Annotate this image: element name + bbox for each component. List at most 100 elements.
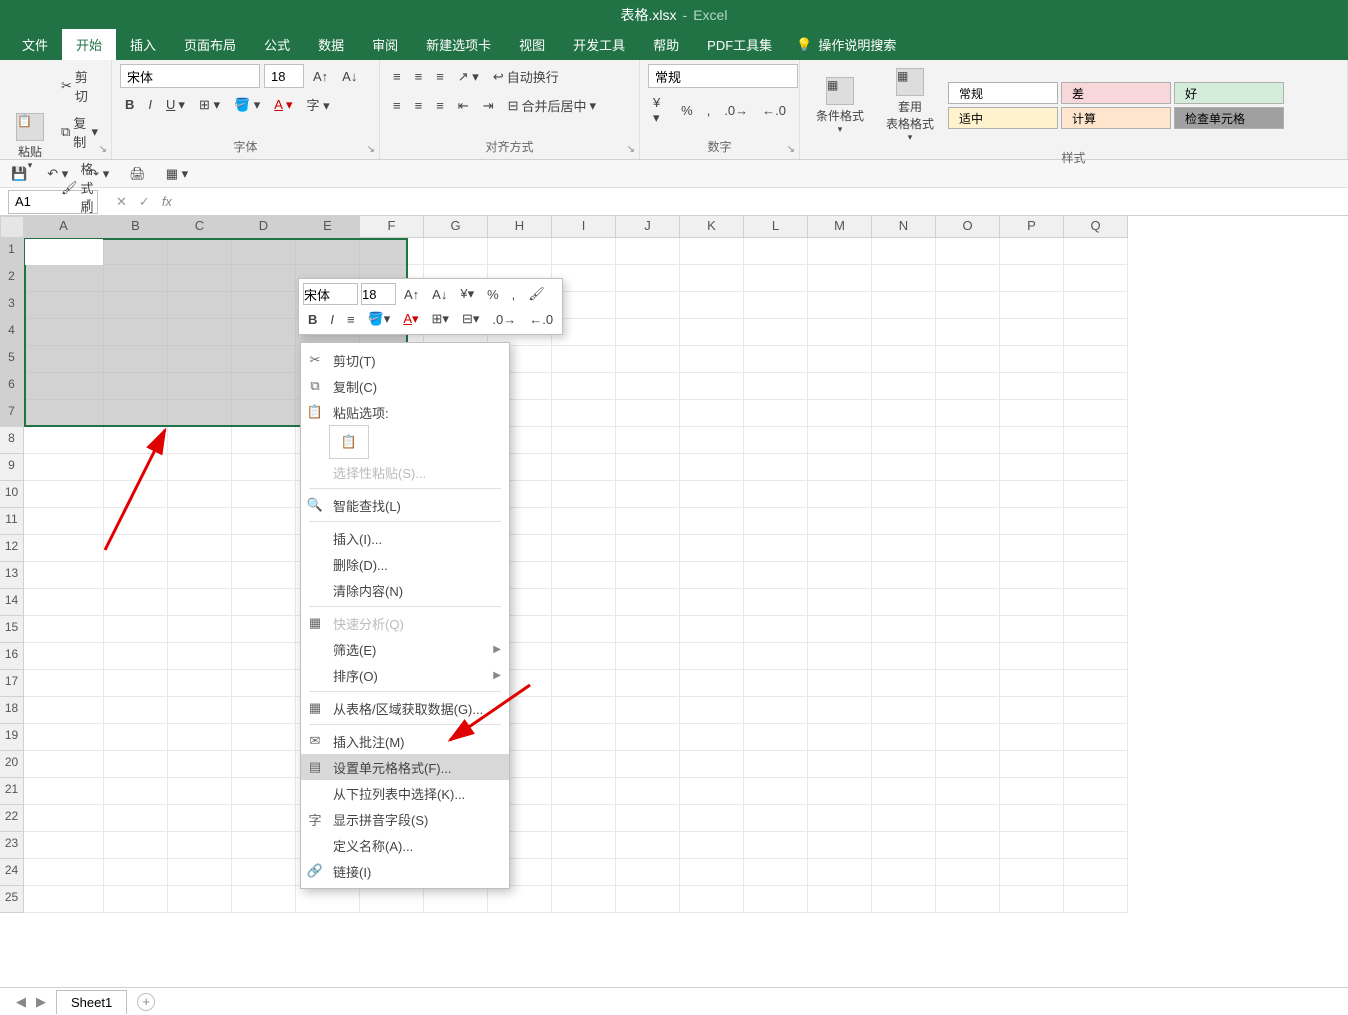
cell-A14[interactable] (24, 589, 104, 616)
cell-N22[interactable] (872, 805, 936, 832)
cell-C11[interactable] (168, 508, 232, 535)
cell-J23[interactable] (616, 832, 680, 859)
cell-P11[interactable] (1000, 508, 1064, 535)
row-header-24[interactable]: 24 (0, 859, 24, 886)
row-header-20[interactable]: 20 (0, 751, 24, 778)
border-button[interactable]: ⊞ ▾ (194, 94, 225, 116)
cell-P20[interactable] (1000, 751, 1064, 778)
currency-button[interactable]: ¥ ▾ (648, 92, 672, 129)
cell-style-计算[interactable]: 计算 (1061, 107, 1171, 129)
cell-P12[interactable] (1000, 535, 1064, 562)
dec-decimal-button[interactable]: ←.0 (757, 100, 791, 121)
phonetic-button[interactable]: 字 ▾ (302, 92, 335, 117)
cell-I1[interactable] (552, 238, 616, 265)
mini-font-size[interactable] (361, 283, 396, 305)
cell-A1[interactable] (24, 238, 104, 265)
cell-K2[interactable] (680, 265, 744, 292)
row-header-7[interactable]: 7 (0, 400, 24, 427)
grow-font-button[interactable]: A↑ (308, 66, 333, 87)
menu-帮助[interactable]: 帮助 (639, 29, 693, 60)
cell-Q13[interactable] (1064, 562, 1128, 589)
cell-L17[interactable] (744, 670, 808, 697)
cell-Q3[interactable] (1064, 292, 1128, 319)
cell-O24[interactable] (936, 859, 1000, 886)
cell-D16[interactable] (232, 643, 296, 670)
cell-P18[interactable] (1000, 697, 1064, 724)
cell-B21[interactable] (104, 778, 168, 805)
cell-B19[interactable] (104, 724, 168, 751)
ctx-定义名称(A)...[interactable]: 定义名称(A)... (301, 832, 509, 858)
cell-L11[interactable] (744, 508, 808, 535)
font-dialog-icon[interactable]: ↘ (367, 144, 375, 155)
cell-N18[interactable] (872, 697, 936, 724)
cell-C5[interactable] (168, 346, 232, 373)
cell-M23[interactable] (808, 832, 872, 859)
cell-P13[interactable] (1000, 562, 1064, 589)
cell-N6[interactable] (872, 373, 936, 400)
col-header-E[interactable]: E (296, 216, 360, 238)
mini-border[interactable]: ⊞▾ (427, 308, 454, 330)
cell-A16[interactable] (24, 643, 104, 670)
cell-I19[interactable] (552, 724, 616, 751)
cell-J20[interactable] (616, 751, 680, 778)
cell-A25[interactable] (24, 886, 104, 913)
cell-N1[interactable] (872, 238, 936, 265)
cell-L15[interactable] (744, 616, 808, 643)
cell-D24[interactable] (232, 859, 296, 886)
cell-M11[interactable] (808, 508, 872, 535)
cell-F25[interactable] (360, 886, 424, 913)
cell-A19[interactable] (24, 724, 104, 751)
col-header-I[interactable]: I (552, 216, 616, 238)
cell-A15[interactable] (24, 616, 104, 643)
cell-P4[interactable] (1000, 319, 1064, 346)
cell-C8[interactable] (168, 427, 232, 454)
ctx-粘贴选项:[interactable]: 📋粘贴选项: (301, 399, 509, 425)
cell-I14[interactable] (552, 589, 616, 616)
cell-I11[interactable] (552, 508, 616, 535)
align-right-button[interactable]: ≡ (431, 95, 449, 116)
cell-B2[interactable] (104, 265, 168, 292)
menu-公式[interactable]: 公式 (250, 29, 304, 60)
cell-D11[interactable] (232, 508, 296, 535)
cell-A9[interactable] (24, 454, 104, 481)
cell-O9[interactable] (936, 454, 1000, 481)
cell-B25[interactable] (104, 886, 168, 913)
ctx-插入(I)...[interactable]: 插入(I)... (301, 525, 509, 551)
copy-button[interactable]: ⧉ 复制 ▾ (56, 110, 103, 154)
cell-Q19[interactable] (1064, 724, 1128, 751)
cell-Q5[interactable] (1064, 346, 1128, 373)
cell-C23[interactable] (168, 832, 232, 859)
percent-button[interactable]: % (676, 100, 698, 121)
cell-B22[interactable] (104, 805, 168, 832)
col-header-K[interactable]: K (680, 216, 744, 238)
cell-L1[interactable] (744, 238, 808, 265)
cell-L25[interactable] (744, 886, 808, 913)
cell-J17[interactable] (616, 670, 680, 697)
cell-M22[interactable] (808, 805, 872, 832)
cell-Q6[interactable] (1064, 373, 1128, 400)
cell-N19[interactable] (872, 724, 936, 751)
menu-开始[interactable]: 开始 (62, 29, 116, 60)
cell-D13[interactable] (232, 562, 296, 589)
underline-button[interactable]: U ▾ (161, 94, 190, 116)
cell-J15[interactable] (616, 616, 680, 643)
cell-I9[interactable] (552, 454, 616, 481)
font-size-select[interactable] (264, 64, 304, 88)
cell-Q20[interactable] (1064, 751, 1128, 778)
cell-A2[interactable] (24, 265, 104, 292)
cell-M21[interactable] (808, 778, 872, 805)
cell-K22[interactable] (680, 805, 744, 832)
cell-J19[interactable] (616, 724, 680, 751)
cell-O7[interactable] (936, 400, 1000, 427)
enter-formula-icon[interactable]: ✓ (139, 194, 150, 210)
sheet-tab-sheet1[interactable]: Sheet1 (56, 990, 127, 1014)
painter-button[interactable]: 🖌 格式刷 (56, 156, 103, 219)
cell-C21[interactable] (168, 778, 232, 805)
cell-B8[interactable] (104, 427, 168, 454)
cell-Q9[interactable] (1064, 454, 1128, 481)
sheet-nav-prev[interactable]: ◀ (16, 994, 26, 1010)
mini-fill[interactable]: 🪣▾ (363, 308, 396, 330)
cell-O1[interactable] (936, 238, 1000, 265)
mini-italic[interactable]: I (325, 309, 339, 330)
cell-C1[interactable] (168, 238, 232, 265)
